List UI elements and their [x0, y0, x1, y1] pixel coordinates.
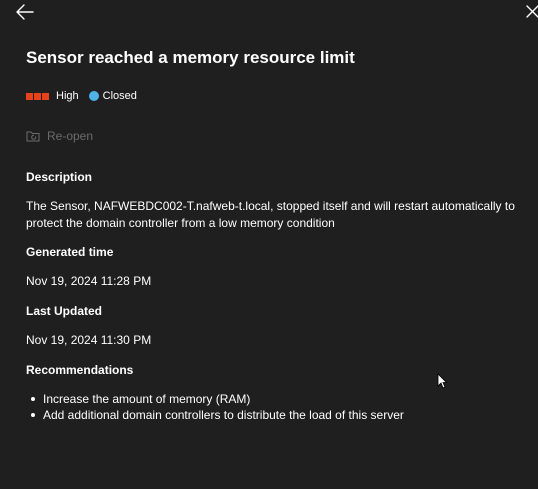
recommendations-heading: Recommendations: [26, 363, 134, 377]
folder-refresh-icon: [26, 131, 40, 141]
severity-bar: [26, 92, 33, 100]
severity-label: High: [56, 90, 79, 102]
close-icon: [526, 5, 538, 18]
reopen-label: Re-open: [47, 129, 94, 143]
page-title: Sensor reached a memory resource limit: [26, 48, 355, 67]
severity-high-icon: [26, 92, 49, 100]
generated-time-value: Nov 19, 2024 11:28 PM: [26, 274, 152, 288]
last-updated-value: Nov 19, 2024 11:30 PM: [26, 333, 152, 347]
list-item: Increase the amount of memory (RAM): [26, 391, 404, 407]
status-dot-icon: [88, 91, 99, 101]
arrow-left-icon: [16, 4, 34, 20]
mouse-cursor-icon: [437, 373, 447, 389]
description-text: The Sensor, NAFWEBDC002-T.nafweb-t.local…: [26, 199, 515, 230]
last-updated-heading: Last Updated: [26, 304, 103, 318]
recommendations-list: Increase the amount of memory (RAM) Add …: [26, 391, 404, 423]
description-heading: Description: [26, 170, 93, 184]
list-item: Add additional domain controllers to dis…: [26, 407, 404, 423]
severity-bar: [34, 92, 41, 100]
severity-bar: [42, 92, 49, 100]
back-button[interactable]: [14, 2, 36, 22]
status-row: High Closed: [26, 89, 137, 103]
alert-details-panel: Sensor reached a memory resource limit H…: [0, 0, 538, 489]
reopen-button[interactable]: Re-open: [26, 129, 93, 143]
status-label: Closed: [102, 90, 137, 102]
close-button[interactable]: [524, 2, 538, 22]
generated-time-heading: Generated time: [26, 245, 114, 259]
